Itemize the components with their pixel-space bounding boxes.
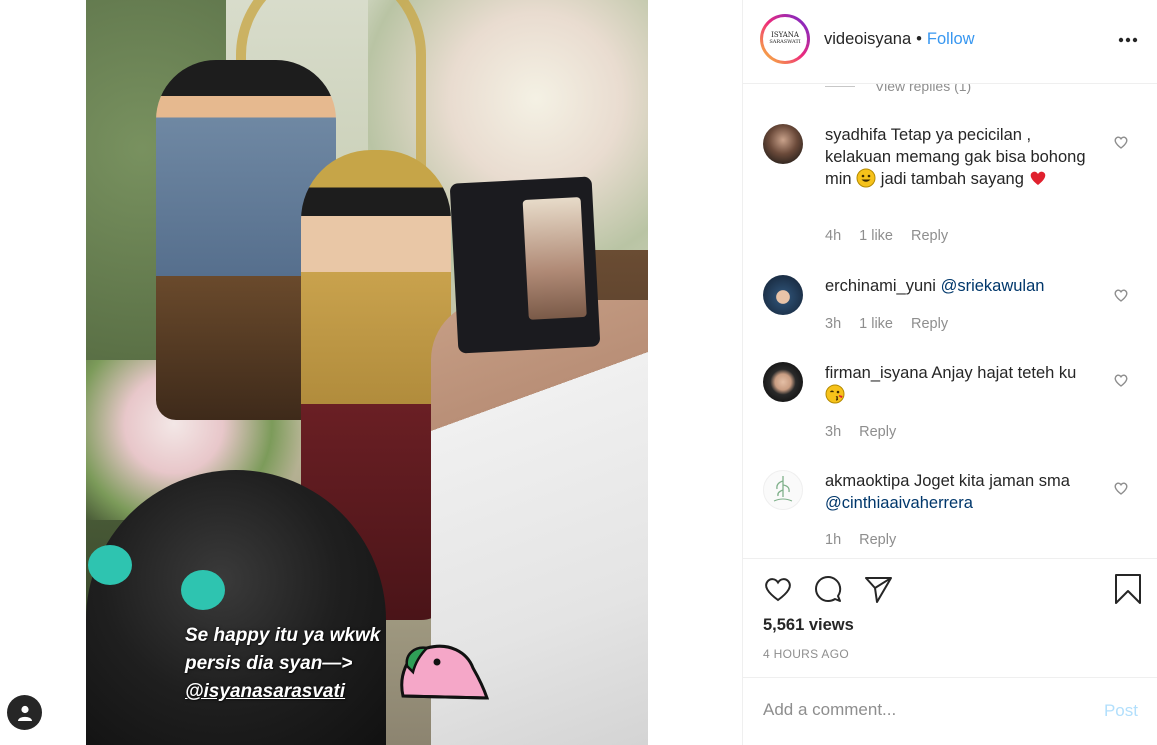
commenter-username[interactable]: akmaoktipa [825, 472, 909, 490]
winking-kiss-face-icon [825, 384, 845, 404]
paper-plane-icon[interactable] [862, 573, 894, 605]
heart-icon[interactable] [762, 573, 794, 605]
commenter-username[interactable]: firman_isyana [825, 364, 928, 382]
comment-time[interactable]: 4h [825, 228, 841, 244]
phone-screen [522, 197, 587, 320]
author-logo: ISYANA SARASWATI [769, 32, 800, 46]
comment-meta: 3h Reply [825, 424, 914, 440]
follow-button[interactable]: Follow [927, 30, 975, 48]
phone-in-hand [449, 176, 601, 354]
comment-time[interactable]: 1h [825, 532, 841, 548]
reply-button[interactable]: Reply [911, 228, 948, 244]
comment-meta: 1h Reply [825, 532, 914, 548]
commenter-avatar[interactable] [763, 470, 803, 510]
post-side-panel: ISYANA SARASWATI videoisyana • Follow View… [742, 0, 1157, 745]
comment-time[interactable]: 3h [825, 316, 841, 332]
header-user-line: videoisyana • Follow [824, 30, 975, 49]
comment-time[interactable]: 3h [825, 424, 841, 440]
comment-likes[interactable]: 1 like [859, 316, 893, 332]
comment-mention[interactable]: @sriekawulan [941, 277, 1045, 295]
caption-line-1: Se happy itu ya wkwk [185, 625, 381, 646]
author-username[interactable]: videoisyana [824, 30, 911, 48]
comment-mention[interactable]: @cinthiaaivaherrera [825, 494, 973, 512]
comment-meta: 4h 1 like Reply [825, 228, 966, 244]
heart-icon[interactable] [1113, 480, 1129, 496]
comment-text: syadhifa Tetap ya pecicilan , kelakuan m… [825, 124, 1095, 190]
commenter-logo [773, 476, 793, 502]
heart-icon[interactable] [1113, 287, 1129, 303]
comment-input[interactable] [763, 700, 1083, 720]
reply-button[interactable]: Reply [859, 532, 896, 548]
grinning-face-icon [856, 168, 876, 188]
media-area: Se happy itu ya wkwk persis dia syan—> @… [0, 0, 742, 745]
comment-likes[interactable]: 1 like [859, 228, 893, 244]
view-count[interactable]: 5,561 views [763, 616, 854, 635]
commenter-avatar[interactable] [763, 362, 803, 402]
comment-text: firman_isyana Anjay hajat teteh ku [825, 362, 1095, 406]
add-comment-section: Post [743, 677, 1157, 745]
red-heart-icon [1031, 171, 1046, 185]
comments-list[interactable]: View replies (1) syadhifa Tetap ya pecic… [743, 84, 1157, 558]
view-replies-button[interactable]: View replies (1) [825, 84, 971, 94]
commenter-avatar[interactable] [763, 275, 803, 315]
logo-line-2: SARASWATI [769, 39, 801, 45]
user-glyph [17, 705, 32, 721]
post-comment-button[interactable]: Post [1104, 701, 1138, 721]
logo-line-1: ISYANA [771, 31, 799, 39]
view-replies-label: View replies (1) [875, 84, 972, 94]
comment-text: erchinami_yuni @sriekawulan [825, 275, 1095, 297]
comment-content: Joget kita jaman sma [913, 472, 1070, 490]
bookmark-icon[interactable] [1112, 573, 1144, 605]
comment-text: akmaoktipa Joget kita jaman sma @cinthia… [825, 470, 1095, 514]
replies-line [825, 85, 855, 87]
user-icon[interactable] [7, 695, 42, 730]
party-parrot-sticker [400, 644, 489, 700]
reply-button[interactable]: Reply [859, 424, 896, 440]
comment-bubble-icon[interactable] [812, 573, 844, 605]
comment-content: Anjay hajat teteh ku [931, 364, 1077, 382]
author-avatar-inner: ISYANA SARASWATI [763, 17, 807, 61]
more-horizontal-icon[interactable] [1116, 28, 1140, 52]
comment-meta: 3h 1 like Reply [825, 316, 966, 332]
comment-content-end: jadi tambah sayang [880, 170, 1024, 188]
heart-icon[interactable] [1113, 372, 1129, 388]
video-caption: Se happy itu ya wkwk persis dia syan—> @… [185, 622, 380, 706]
caption-line-2: persis dia syan—> [185, 653, 353, 674]
commenter-avatar[interactable] [763, 124, 803, 164]
commenter-username[interactable]: erchinami_yuni [825, 277, 936, 295]
reply-button[interactable]: Reply [911, 316, 948, 332]
post-timestamp[interactable]: 4 HOURS AGO [763, 647, 849, 661]
author-avatar[interactable]: ISYANA SARASWATI [760, 14, 810, 64]
hair-clip [88, 545, 132, 585]
separator-dot: • [916, 30, 922, 48]
more-dots [1118, 37, 1138, 43]
hair-clip [181, 570, 225, 610]
post-header: ISYANA SARASWATI videoisyana • Follow [743, 0, 1157, 84]
caption-mention: @isyanasarasvati [185, 681, 346, 702]
heart-icon[interactable] [1113, 134, 1129, 150]
commenter-username[interactable]: syadhifa [825, 126, 886, 144]
